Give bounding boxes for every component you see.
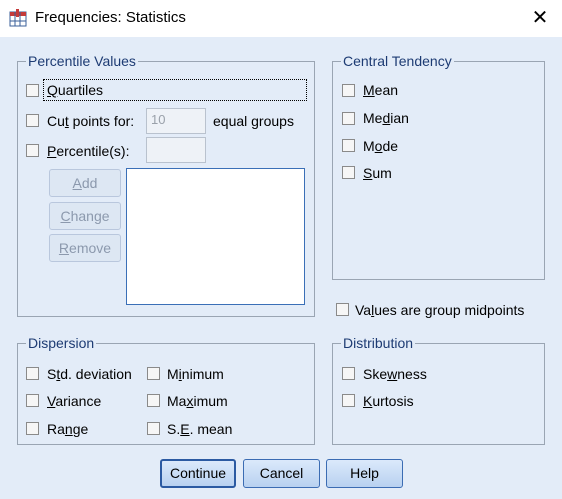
percentile-values-legend: Percentile Values	[26, 53, 138, 69]
dialog-body: Percentile Values Quartiles Cut points f…	[0, 37, 562, 499]
variance-label[interactable]: Variance	[47, 393, 101, 409]
percentile-list[interactable]	[126, 168, 305, 305]
median-label[interactable]: Median	[363, 110, 409, 126]
mode-checkbox[interactable]	[342, 139, 355, 152]
range-label[interactable]: Range	[47, 421, 88, 437]
window-title: Frequencies: Statistics	[35, 9, 186, 26]
maximum-label[interactable]: Maximum	[167, 393, 228, 409]
dispersion-group: Dispersion Std. deviation Minimum Varian…	[17, 335, 315, 445]
mean-checkbox[interactable]	[342, 84, 355, 97]
title-bar: Frequencies: Statistics ✕	[0, 0, 562, 36]
range-checkbox[interactable]	[26, 422, 39, 435]
minimum-label[interactable]: Minimum	[167, 366, 224, 382]
sum-label[interactable]: Sum	[363, 165, 392, 181]
sum-checkbox[interactable]	[342, 166, 355, 179]
cut-points-checkbox[interactable]	[26, 114, 39, 127]
group-midpoints-checkbox[interactable]	[336, 303, 349, 316]
std-deviation-checkbox[interactable]	[26, 367, 39, 380]
se-mean-checkbox[interactable]	[147, 422, 160, 435]
minimum-checkbox[interactable]	[147, 367, 160, 380]
kurtosis-checkbox[interactable]	[342, 394, 355, 407]
median-checkbox[interactable]	[342, 112, 355, 125]
cut-points-input[interactable]: 10	[146, 108, 206, 134]
cancel-button[interactable]: Cancel	[243, 459, 320, 488]
spss-table-icon	[9, 9, 27, 27]
cut-points-label[interactable]: Cut points for:	[47, 113, 134, 129]
std-deviation-label[interactable]: Std. deviation	[47, 366, 132, 382]
mode-label[interactable]: Mode	[363, 138, 398, 154]
maximum-checkbox[interactable]	[147, 394, 160, 407]
se-mean-label[interactable]: S.E. mean	[167, 421, 232, 437]
percentile-input[interactable]	[146, 137, 206, 163]
percentile-values-group: Percentile Values Quartiles Cut points f…	[17, 53, 315, 317]
quartiles-label[interactable]: Quartiles	[47, 82, 103, 98]
quartiles-checkbox[interactable]	[26, 84, 39, 97]
mean-label[interactable]: Mean	[363, 82, 398, 98]
group-midpoints-label[interactable]: Values are group midpoints	[355, 302, 524, 318]
skewness-checkbox[interactable]	[342, 367, 355, 380]
distribution-legend: Distribution	[341, 335, 416, 351]
variance-checkbox[interactable]	[26, 394, 39, 407]
kurtosis-label[interactable]: Kurtosis	[363, 393, 414, 409]
percentiles-label[interactable]: Percentile(s):	[47, 143, 129, 159]
help-button[interactable]: Help	[326, 459, 403, 488]
dispersion-legend: Dispersion	[26, 335, 97, 351]
distribution-group: Distribution Skewness Kurtosis	[332, 335, 545, 445]
central-tendency-group: Central Tendency Mean Median Mode Sum	[332, 53, 545, 280]
remove-button[interactable]: Remove	[49, 234, 121, 262]
percentiles-checkbox[interactable]	[26, 144, 39, 157]
equal-groups-label: equal groups	[213, 113, 294, 129]
continue-button[interactable]: Continue	[160, 459, 236, 488]
close-icon[interactable]: ✕	[527, 6, 553, 30]
add-button[interactable]: Add	[49, 169, 121, 197]
skewness-label[interactable]: Skewness	[363, 366, 427, 382]
change-button[interactable]: Change	[49, 202, 121, 230]
central-tendency-legend: Central Tendency	[341, 53, 454, 69]
